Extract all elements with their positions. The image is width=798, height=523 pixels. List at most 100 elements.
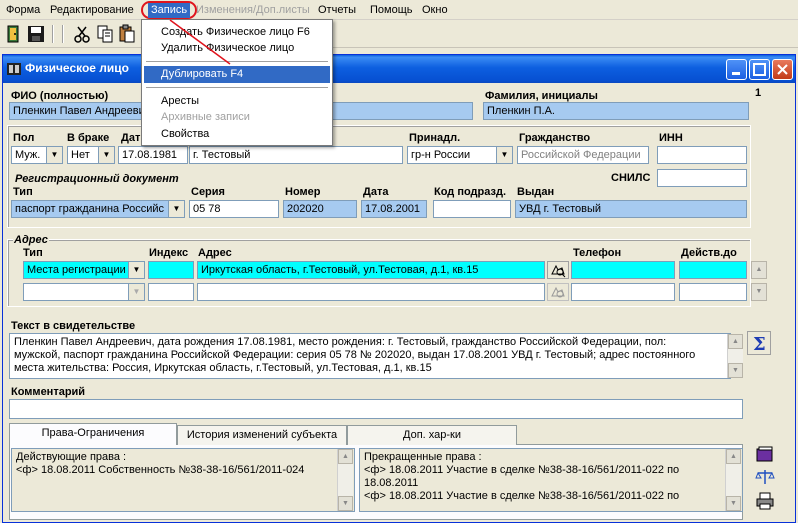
active-rights-scrollbar[interactable]: ▲ ▼ — [337, 449, 353, 511]
menu-properties[interactable]: Свойства — [144, 126, 330, 143]
paste-icon[interactable] — [117, 24, 137, 44]
number-field[interactable]: 202020 — [283, 200, 357, 218]
menu-help[interactable]: Помощь — [370, 3, 413, 18]
annotation-arrow-icon — [169, 19, 231, 65]
book-icon[interactable] — [755, 445, 775, 465]
addr-type-select-1[interactable]: Места регистрации ▼ — [23, 261, 145, 279]
toolbar — [0, 21, 798, 48]
cert-scrollbar[interactable]: ▲ ▼ — [727, 334, 743, 378]
map-search-icon[interactable] — [547, 261, 569, 279]
menu-arrests[interactable]: Аресты — [144, 93, 330, 110]
phone-label: Телефон — [573, 247, 622, 259]
citizenship-field[interactable]: Российской Федерации — [517, 146, 649, 164]
addr-scroll-up[interactable]: ▲ — [751, 261, 767, 279]
tab-history[interactable]: История изменений субъекта — [177, 425, 347, 445]
page-number: 1 — [755, 87, 762, 99]
sex-label: Пол — [13, 132, 35, 144]
addr-index-field-1[interactable] — [148, 261, 194, 279]
phone-field-1[interactable] — [571, 261, 675, 279]
addr-field-2[interactable] — [197, 283, 545, 301]
minimize-button[interactable] — [726, 59, 747, 80]
issued-by-label: Выдан — [517, 186, 555, 198]
chevron-down-icon: ▼ — [168, 201, 184, 217]
surname-label: Фамилия, инициалы — [485, 90, 598, 102]
affiliation-select[interactable]: гр-н России ▼ — [407, 146, 513, 164]
menu-archive-records[interactable]: Архивные записи — [144, 109, 330, 126]
doc-type-select[interactable]: паспорт гражданина Российс ▼ — [11, 200, 185, 218]
close-button[interactable] — [772, 59, 793, 80]
list-item[interactable]: <ф> 18.08.2011 Участие в сделке №38-38-1… — [364, 464, 722, 490]
ended-rights-scrollbar[interactable]: ▲ ▼ — [725, 449, 741, 511]
subdiv-code-field[interactable] — [433, 200, 511, 218]
snils-field[interactable] — [657, 169, 747, 187]
active-rights-list[interactable]: Действующие права : <ф> 18.08.2011 Собст… — [11, 448, 355, 512]
addr-type-select-2[interactable]: ▼ — [23, 283, 145, 301]
printer-icon[interactable] — [755, 491, 775, 511]
doc-date-label: Дата — [363, 186, 389, 198]
ended-rights-list[interactable]: Прекращенные права : <ф> 18.08.2011 Учас… — [359, 448, 743, 512]
menu-duplicate[interactable]: Дублировать F4 — [144, 66, 330, 83]
list-item[interactable]: <ф> 18.08.2011 Участие в сделке №38-38-1… — [364, 490, 722, 503]
married-label: В браке — [67, 132, 110, 144]
snils-label: СНИЛС — [611, 172, 651, 184]
birthplace-field[interactable]: г. Тестовый — [189, 146, 403, 164]
list-item[interactable]: <ф> 18.08.2011 Собственность №38-38-16/5… — [16, 464, 350, 477]
cert-text-area[interactable]: Пленкин Павел Андреевич, дата рождения 1… — [9, 333, 731, 379]
tab-rights[interactable]: Права-Ограничения — [9, 423, 177, 445]
chevron-down-icon: ▼ — [128, 284, 144, 300]
comment-field[interactable] — [9, 399, 743, 419]
addr-label: Адрес — [198, 247, 232, 259]
doc-type-label: Тип — [13, 186, 33, 198]
window-title-bar[interactable]: Физическое лицо — [3, 55, 795, 83]
doc-date-field[interactable]: 17.08.2001 — [361, 200, 427, 218]
regdoc-group-label: Регистрационный документ — [15, 173, 179, 185]
surname-field[interactable]: Пленкин П.А. — [483, 102, 749, 120]
addr-index-label: Индекс — [149, 247, 189, 259]
exit-door-icon[interactable] — [4, 24, 24, 44]
chevron-down-icon: ▼ — [46, 147, 62, 163]
married-select[interactable]: Нет ▼ — [67, 146, 115, 164]
citizenship-label: Гражданство — [519, 132, 591, 144]
phone-field-2[interactable] — [571, 283, 675, 301]
map-search-icon[interactable] — [547, 283, 569, 301]
svg-text:Σ: Σ — [753, 334, 766, 354]
menu-bar: Форма Редактирование Запись Изменения/До… — [0, 0, 798, 20]
menu-reports[interactable]: Отчеты — [318, 3, 356, 18]
menu-record[interactable]: Запись — [148, 3, 191, 18]
chevron-down-icon: ▼ — [98, 147, 114, 163]
addr-index-field-2[interactable] — [148, 283, 194, 301]
inn-field[interactable] — [657, 146, 747, 164]
chevron-down-icon: ▼ — [128, 262, 144, 278]
tab-extra[interactable]: Доп. хар-ки — [347, 425, 517, 445]
birth-date-field[interactable]: 17.08.1981 — [118, 146, 188, 164]
birth-date-label: Дат — [121, 132, 141, 144]
valid-until-field-1[interactable] — [679, 261, 747, 279]
comment-label: Комментарий — [11, 386, 86, 398]
cut-scissors-icon[interactable] — [72, 24, 92, 44]
menu-changes[interactable]: Изменения/Доп.листы — [196, 3, 310, 18]
series-field[interactable]: 05 78 — [189, 200, 279, 218]
menu-window[interactable]: Окно — [422, 3, 448, 18]
window-title: Физическое лицо — [25, 61, 130, 75]
fio-label: ФИО (полностью) — [11, 90, 109, 102]
issued-by-field[interactable]: УВД г. Тестовый — [515, 200, 747, 218]
copy-icon[interactable] — [95, 24, 115, 44]
address-group-label: Адрес — [13, 234, 49, 246]
valid-until-label: Действ.до — [681, 247, 737, 259]
sex-select[interactable]: Муж. ▼ — [11, 146, 63, 164]
maximize-button[interactable] — [749, 59, 770, 80]
subdiv-code-label: Код подразд. — [434, 186, 507, 198]
addr-type-label: Тип — [23, 247, 43, 259]
addr-scroll-down[interactable]: ▼ — [751, 283, 767, 301]
menu-form[interactable]: Форма — [6, 3, 40, 18]
save-disk-icon[interactable] — [26, 24, 46, 44]
chevron-down-icon: ▼ — [496, 147, 512, 163]
menu-edit[interactable]: Редактирование — [50, 3, 134, 18]
scales-icon[interactable] — [755, 467, 775, 487]
valid-until-field-2[interactable] — [679, 283, 747, 301]
addr-field-1[interactable]: Иркутская область, г.Тестовый, ул.Тестов… — [197, 261, 545, 279]
sigma-icon[interactable]: Σ — [747, 331, 771, 355]
affiliation-label: Принадл. — [409, 132, 461, 144]
number-label: Номер — [285, 186, 321, 198]
cert-text-label: Текст в свидетельстве — [11, 320, 136, 332]
